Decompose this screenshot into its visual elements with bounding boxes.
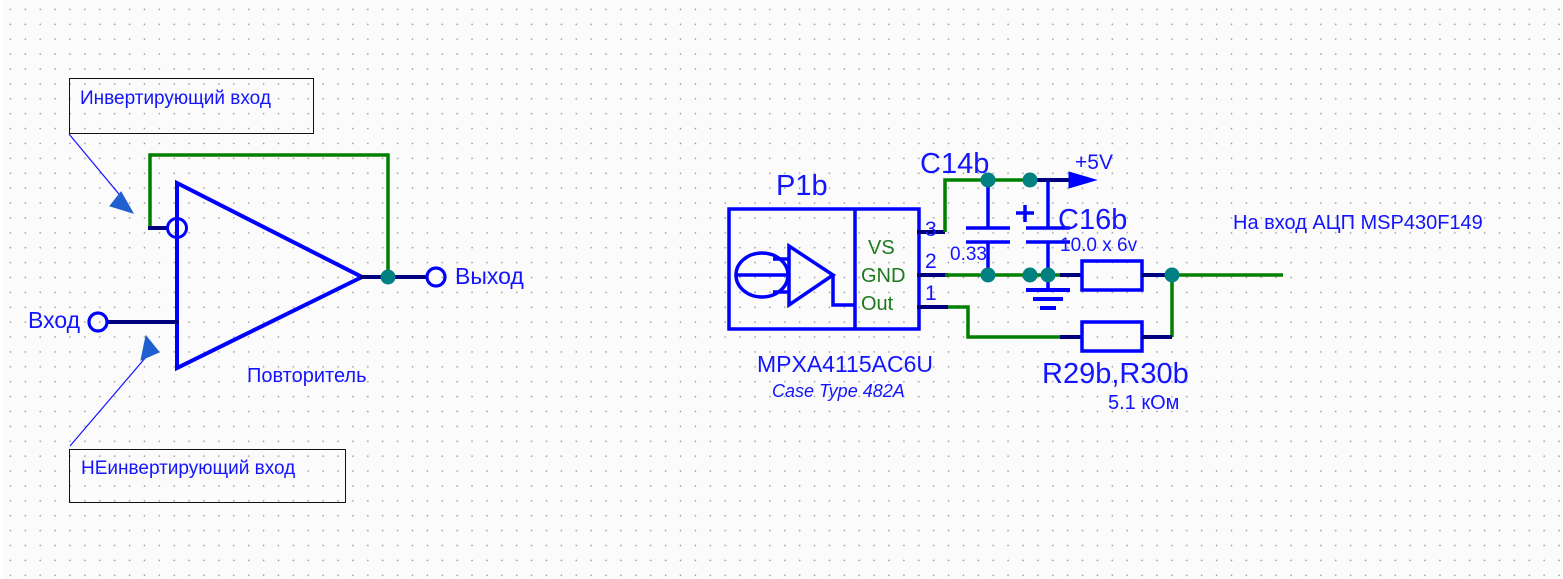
supply-net-wire (943, 178, 1063, 232)
sensor-out-net-wire (948, 305, 1080, 339)
sensor-pictogram (734, 242, 855, 309)
annotation-box-inverting: Инвертирующий вход (69, 78, 314, 134)
sensor-pin-number-3: 3 (925, 218, 937, 241)
capacitor-c14b-value: 0.33 (950, 244, 987, 265)
supply-arrow-plus5v (1030, 171, 1098, 189)
adc-output-note: На вход АЦП MSP430F149 (1233, 212, 1483, 234)
resistor-pair-refdes: R29b,R30b (1042, 358, 1189, 390)
noninverting-annotation-leader (69, 334, 160, 447)
capacitor-c16b-refdes: C16b (1058, 204, 1128, 236)
follower-label: Повторитель (247, 365, 367, 387)
sensor-pin-name-gnd: GND (861, 265, 906, 287)
output-terminal-label: Выход (455, 263, 524, 289)
inverting-annotation-leader (68, 133, 135, 214)
sensor-pin-number-1: 1 (925, 282, 937, 305)
opamp-symbol (175, 179, 367, 372)
resistor-pair-value: 5.1 кОм (1108, 392, 1180, 414)
resistor-r30b-symbol (1060, 320, 1172, 353)
annotation-inverting-label: Инвертирующий вход (80, 88, 271, 109)
sensor-case-type: Case Type 482A (772, 381, 905, 401)
feedback-wire-group (148, 153, 390, 277)
sensor-pin-name-out: Out (861, 293, 894, 315)
capacitor-c14b-refdes: C14b (920, 148, 990, 180)
schematic-canvas: Инвертирующий вход НЕинвертирующий вход … (0, 0, 1563, 579)
annotation-noninverting-label: НЕинвертирующий вход (81, 458, 296, 479)
input-terminal-label: Вход (28, 307, 81, 333)
supply-net-label: +5V (1075, 151, 1113, 174)
sensor-pin-name-vs: VS (868, 237, 895, 259)
sensor-pin-number-2: 2 (925, 250, 937, 273)
adc-output-net-wire (1170, 273, 1283, 337)
sensor-refdes-p1b: P1b (776, 170, 828, 202)
sensor-part-number: MPXA4115AC6U (757, 351, 933, 377)
resistor-r29b-symbol (1060, 259, 1172, 292)
output-wire (360, 266, 447, 288)
capacitor-c16b-value: 10.0 x 6v (1060, 235, 1138, 256)
inverting-input-terminal (148, 217, 188, 239)
annotation-box-noninverting: НЕинвертирующий вход (69, 449, 346, 503)
noninverting-input-wire (87, 311, 179, 333)
